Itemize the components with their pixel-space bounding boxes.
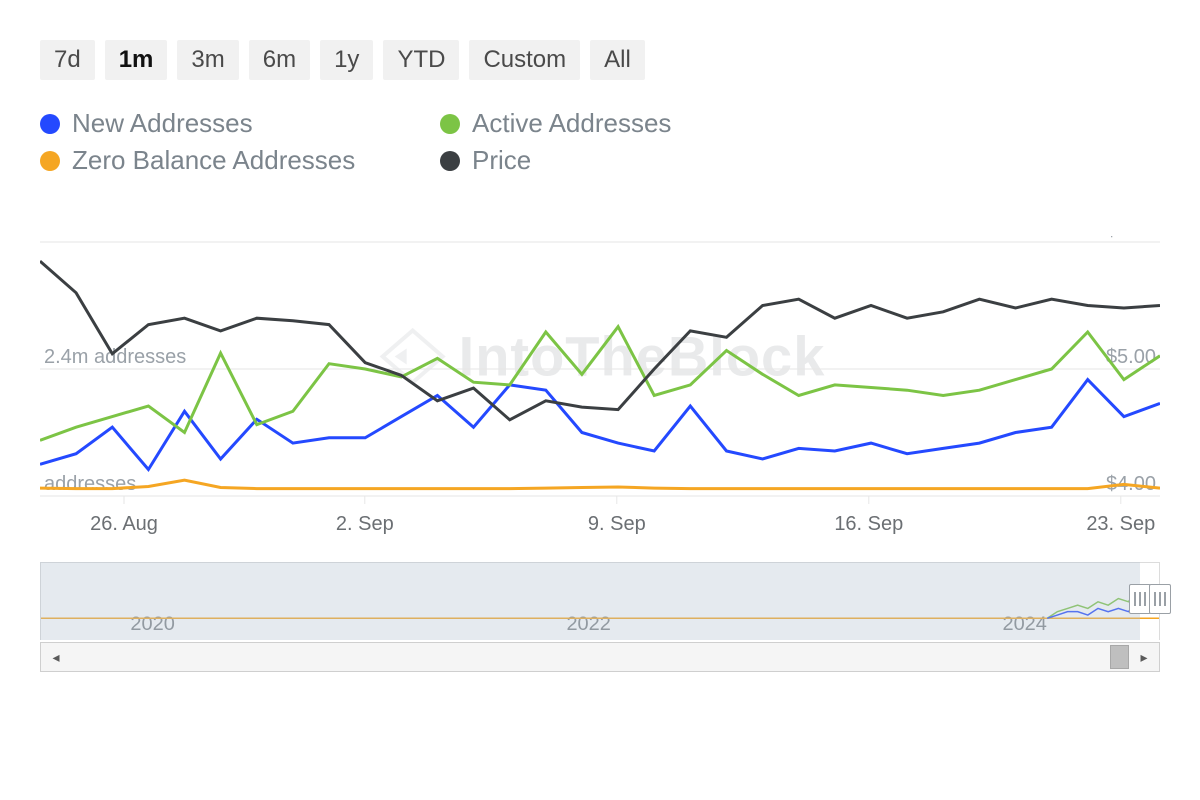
- chart-legend: New Addresses Active Addresses Zero Balanc…: [40, 108, 800, 176]
- legend-label: Active Addresses: [472, 108, 671, 139]
- svg-text:4.8m addresses: 4.8m addresses: [44, 236, 186, 241]
- svg-text:2. Sep: 2. Sep: [336, 513, 394, 535]
- svg-text:26. Aug: 26. Aug: [90, 513, 158, 535]
- legend-label: New Addresses: [72, 108, 253, 139]
- range-all[interactable]: All: [590, 40, 645, 80]
- legend-item[interactable]: Price: [440, 145, 800, 176]
- series-line: [40, 380, 1160, 470]
- navigator-handle-right[interactable]: [1149, 584, 1171, 614]
- range-ytd[interactable]: YTD: [383, 40, 459, 80]
- svg-text:23. Sep: 23. Sep: [1086, 513, 1155, 535]
- legend-dot-icon: [40, 114, 60, 134]
- chart-svg: 4.8m addresses$6.002.4m addresses$5.00ad…: [40, 236, 1160, 536]
- svg-text:16. Sep: 16. Sep: [834, 513, 903, 535]
- scroll-track[interactable]: [71, 643, 1129, 671]
- range-1y[interactable]: 1y: [320, 40, 373, 80]
- range-custom[interactable]: Custom: [469, 40, 580, 80]
- range-7d[interactable]: 7d: [40, 40, 95, 80]
- series-line: [40, 480, 1160, 489]
- main-chart[interactable]: IntoTheBlock 4.8m addresses$6.002.4m add…: [40, 236, 1160, 536]
- legend-dot-icon: [440, 151, 460, 171]
- range-1m[interactable]: 1m: [105, 40, 168, 80]
- scroll-left-arrow[interactable]: ◂: [41, 643, 71, 671]
- legend-label: Zero Balance Addresses: [72, 145, 355, 176]
- legend-label: Price: [472, 145, 531, 176]
- navigator[interactable]: 202020222024 ◂ ▸: [40, 562, 1160, 672]
- svg-text:addresses: addresses: [44, 473, 136, 495]
- range-6m[interactable]: 6m: [249, 40, 310, 80]
- legend-dot-icon: [40, 151, 60, 171]
- series-line: [40, 327, 1160, 441]
- scroll-thumb[interactable]: [1110, 645, 1129, 669]
- svg-text:9. Sep: 9. Sep: [588, 513, 646, 535]
- scroll-right-arrow[interactable]: ▸: [1129, 643, 1159, 671]
- legend-dot-icon: [440, 114, 460, 134]
- range-selector: 7d1m3m 6m1yYTDCustomAll: [40, 40, 1160, 80]
- navigator-mask: [40, 562, 1140, 640]
- legend-item[interactable]: New Addresses: [40, 108, 400, 139]
- svg-text:2.4m addresses: 2.4m addresses: [44, 346, 186, 368]
- svg-text:$6.00: $6.00: [1106, 236, 1156, 241]
- legend-item[interactable]: Active Addresses: [440, 108, 800, 139]
- range-3m[interactable]: 3m: [177, 40, 238, 80]
- legend-item[interactable]: Zero Balance Addresses: [40, 145, 400, 176]
- navigator-handle-left[interactable]: [1129, 584, 1151, 614]
- series-line: [40, 261, 1160, 420]
- navigator-scrollbar[interactable]: ◂ ▸: [40, 642, 1160, 672]
